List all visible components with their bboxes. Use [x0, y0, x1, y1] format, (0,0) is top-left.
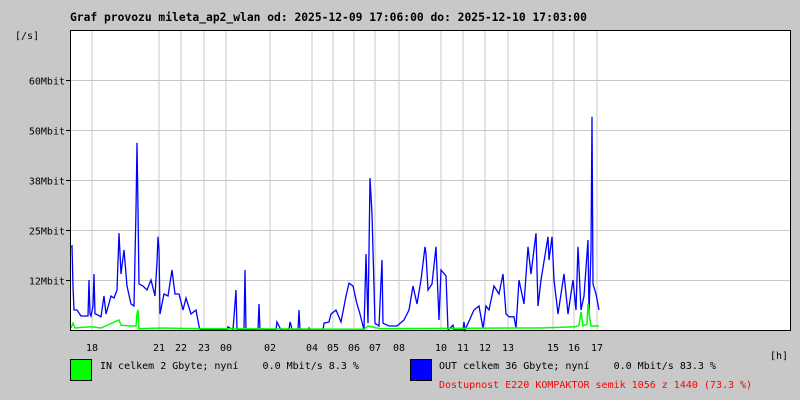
- x-tick-label: 00: [220, 343, 232, 354]
- x-tick-label: 12: [479, 343, 491, 354]
- x-tick-label: 10: [435, 343, 447, 354]
- y-tick-label: 12Mbit: [29, 277, 65, 288]
- x-tick-label: 02: [264, 343, 276, 354]
- x-tick-label: 22: [175, 343, 187, 354]
- x-tick-label: 15: [547, 343, 559, 354]
- legend-in-swatch: [70, 359, 92, 381]
- x-tick-label: 16: [568, 343, 580, 354]
- x-tick-label: 17: [591, 343, 603, 354]
- x-tick-label: 04: [306, 343, 318, 354]
- x-tick-label: 07: [369, 343, 381, 354]
- y-tick-label: 50Mbit: [29, 127, 65, 138]
- y-tick-label: 38Mbit: [29, 177, 65, 188]
- x-tick-label: 21: [153, 343, 165, 354]
- x-tick-label: 18: [86, 343, 98, 354]
- x-tick-label: 05: [327, 343, 339, 354]
- x-tick-label: 06: [348, 343, 360, 354]
- x-tick-label: 11: [457, 343, 469, 354]
- x-tick-label: 23: [198, 343, 210, 354]
- traffic-chart: 18 21 22 23 00 02 04 05 06 07 08 10 11 12 13 15 16 17 12Mb…: [29, 30, 791, 354]
- x-tick-label: 08: [393, 343, 405, 354]
- legend-out-text: OUT celkem 36 Gbyte; nyní 0.0 Mbit/s 83.…: [439, 361, 716, 372]
- availability-text: Dostupnost E220 KOMPAKTOR semik 1056 z 1…: [439, 380, 753, 391]
- x-tick-label: 13: [502, 343, 514, 354]
- y-tick-label: 60Mbit: [29, 77, 65, 88]
- y-tick-label: 25Mbit: [29, 227, 65, 238]
- legend-in-text: IN celkem 2 Gbyte; nyní 0.0 Mbit/s 8.3 %: [100, 361, 359, 372]
- legend-out-swatch: [410, 359, 432, 381]
